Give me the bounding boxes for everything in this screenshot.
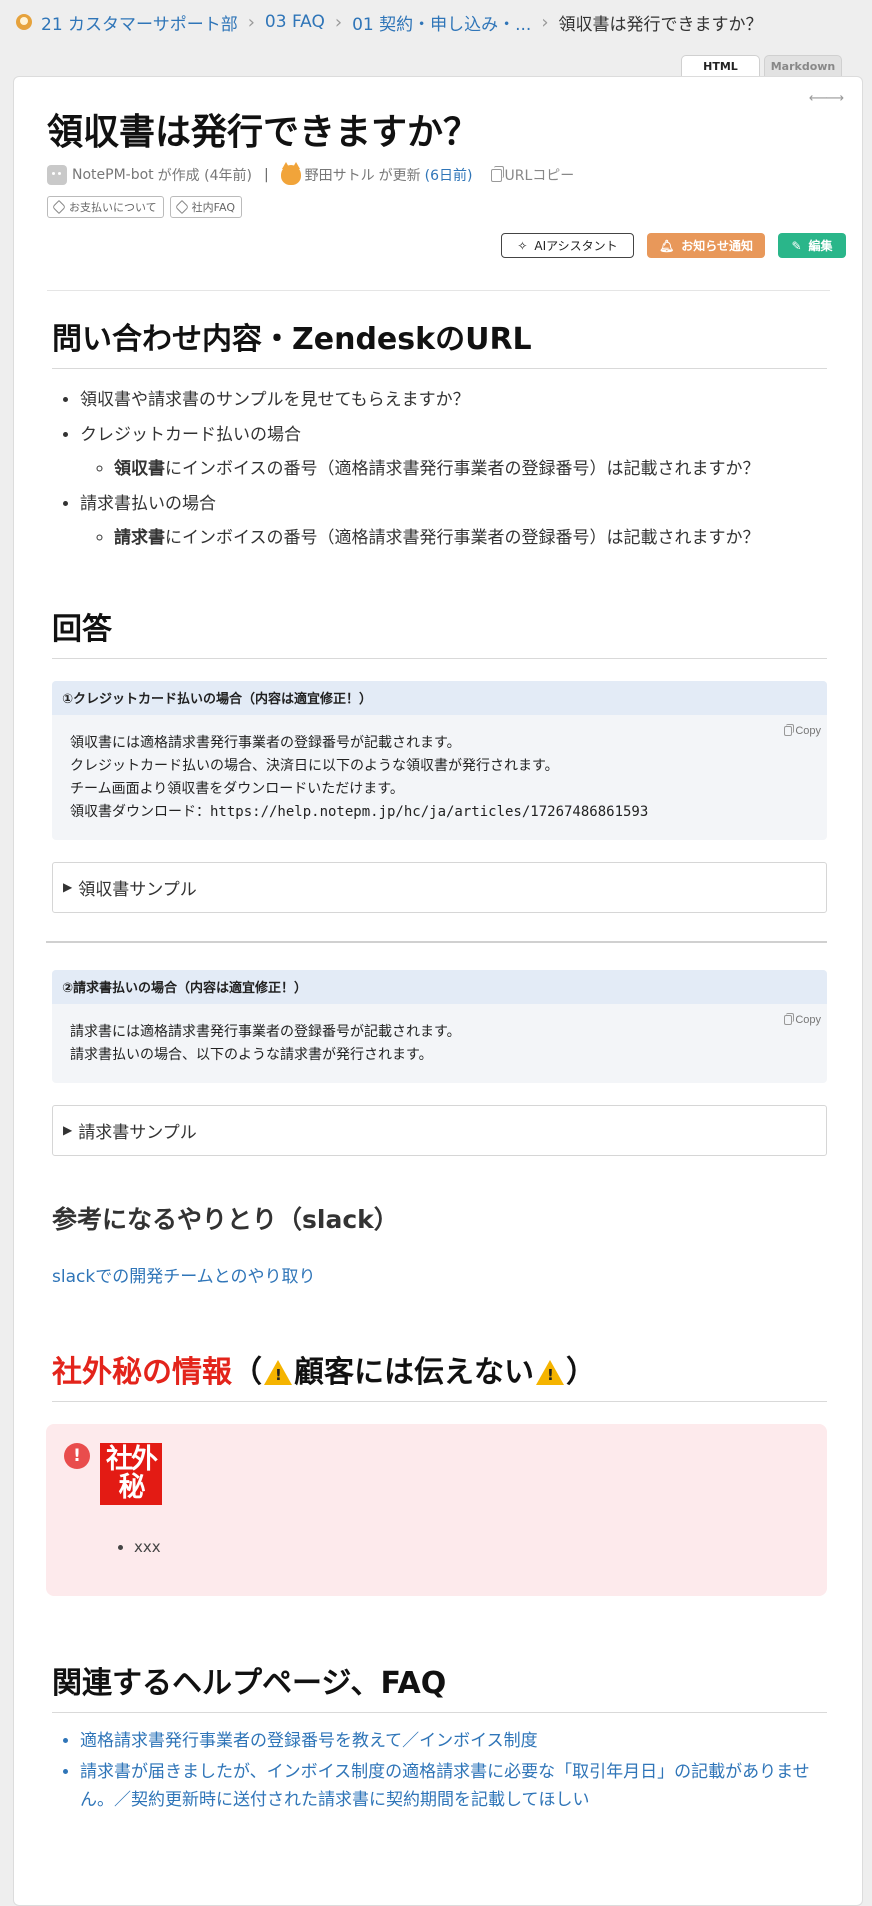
code-copy-button[interactable]: Copy xyxy=(784,720,821,743)
slack-thread-link[interactable]: slackでの開発チームとのやり取り xyxy=(52,1267,316,1287)
details-label: 領収書サンプル xyxy=(78,879,197,900)
receipt-sample-toggle[interactable]: ▶ 領収書サンプル xyxy=(52,861,827,913)
tag-icon xyxy=(174,199,189,215)
page-meta: NotePM-bot が作成 (4年前) | 野田サトル が更新 (6日前) U… xyxy=(47,162,575,185)
copy-url-button[interactable]: URLコピー xyxy=(490,165,575,185)
edit-label: 編集 xyxy=(808,239,833,253)
bell-icon: 🔔︎ xyxy=(659,238,675,253)
tab-html[interactable]: HTML xyxy=(681,55,760,77)
chevron-right-icon: › xyxy=(541,11,549,33)
invoice-sample-toggle[interactable]: ▶ 請求書サンプル xyxy=(52,1104,827,1156)
copy-icon xyxy=(784,1013,795,1025)
tab-markdown[interactable]: Markdown xyxy=(764,55,842,77)
updated-info: が更新 xyxy=(378,168,421,184)
code-block-body: Copy 請求書には適格請求書発行事業者の登録番号が記載されます。 請求書払いの… xyxy=(52,1004,827,1083)
section-divider xyxy=(46,940,827,943)
confidential-stamp: 社外 秘 xyxy=(100,1442,162,1505)
bot-avatar-icon xyxy=(47,165,67,185)
view-tabs: HTML Markdown xyxy=(681,55,842,77)
ai-assistant-label: AIアシスタント xyxy=(534,239,618,253)
code-block-title: ①クレジットカード払いの場合（内容は適宜修正！） xyxy=(52,680,827,715)
update-history-link[interactable]: (6日前) xyxy=(425,165,473,185)
pencil-icon: ✎ xyxy=(791,238,802,253)
page-title: 領収書は発行できますか？ xyxy=(47,112,480,153)
tag-label: 社内FAQ xyxy=(191,201,235,214)
code-copy-button[interactable]: Copy xyxy=(784,1009,821,1032)
related-link[interactable]: 適格請求書発行事業者の登録番号を教えて／インボイス制度 xyxy=(80,1731,538,1751)
notify-button[interactable]: 🔔︎ お知らせ通知 xyxy=(647,233,765,258)
code-block-title: ②請求書払いの場合（内容は適宜修正！） xyxy=(52,969,827,1004)
page-actions: ✧ AIアシスタント 🔔︎ お知らせ通知 ✎ 編集 xyxy=(501,233,846,258)
chevron-right-icon: › xyxy=(247,11,255,33)
breadcrumb-item-contract[interactable]: 01 契約・申し込み・... xyxy=(352,10,531,35)
breadcrumb-item-faq[interactable]: 03 FAQ xyxy=(265,12,325,32)
inquiry-heading: 問い合わせ内容・ZendeskのURL xyxy=(52,314,827,369)
code-line: 領収書には適格請求書発行事業者の登録番号が記載されます。 xyxy=(70,734,461,751)
edit-button[interactable]: ✎ 編集 xyxy=(778,233,846,258)
tag-internal-faq[interactable]: 社内FAQ xyxy=(169,196,242,218)
list-item: 領収書にインボイスの番号（適格請求書発行事業者の登録番号）は記載されますか？ xyxy=(114,452,827,487)
warning-icon xyxy=(264,1359,292,1385)
meta-separator: | xyxy=(263,167,269,183)
disclosure-triangle-icon: ▶ xyxy=(63,880,73,894)
list-item: 適格請求書発行事業者の登録番号を教えて／インボイス制度 xyxy=(80,1727,827,1755)
created-info: が作成 (4年前) xyxy=(157,168,252,184)
reference-paragraph: slackでの開発チームとのやり取り xyxy=(52,1262,827,1287)
breadcrumb-current: 領収書は発行できますか？ xyxy=(558,14,763,35)
details-label: 請求書サンプル xyxy=(78,1122,197,1143)
page-body: 問い合わせ内容・ZendeskのURL 領収書や請求書のサンプルを見せてもらえま… xyxy=(46,314,827,1817)
copy-icon xyxy=(490,165,504,182)
sparkle-icon: ✧ xyxy=(517,238,528,253)
related-heading: 関連するヘルプページ、FAQ xyxy=(52,1658,827,1713)
code-line: 請求書には適格請求書発行事業者の登録番号が記載されます。 xyxy=(70,1023,461,1040)
copy-url-label: URLコピー xyxy=(504,168,575,184)
warning-icon xyxy=(536,1359,564,1385)
inquiry-list: 領収書や請求書のサンプルを見せてもらえますか？ クレジットカード払いの場合 領収… xyxy=(52,383,827,556)
code-block-credit: ①クレジットカード払いの場合（内容は適宜修正！） Copy 領収書には適格請求書… xyxy=(52,680,827,840)
list-item: 請求書払いの場合 請求書にインボイスの番号（適格請求書発行事業者の登録番号）は記… xyxy=(80,487,827,556)
page-card: ⟵⟶ 領収書は発行できますか？ NotePM-bot が作成 (4年前) | 野… xyxy=(13,76,863,1906)
related-links: 適格請求書発行事業者の登録番号を教えて／インボイス制度 請求書が届きましたが、イ… xyxy=(52,1727,827,1814)
list-item: xxx xyxy=(134,1538,161,1556)
code-block-invoice: ②請求書払いの場合（内容は適宜修正！） Copy 請求書には適格請求書発行事業者… xyxy=(52,969,827,1083)
ai-assistant-button[interactable]: ✧ AIアシスタント xyxy=(501,233,634,258)
copy-icon xyxy=(784,724,795,736)
list-item: 領収書や請求書のサンプルを見せてもらえますか？ xyxy=(80,383,827,418)
tag-payment[interactable]: お支払いについて xyxy=(47,196,164,218)
updater-name[interactable]: 野田サトル xyxy=(305,165,375,185)
breadcrumb-item-support[interactable]: 21 カスタマーサポート部 xyxy=(41,10,238,35)
confidential-heading: 社外秘の情報（顧客には伝えない） xyxy=(52,1347,827,1402)
list-item: クレジットカード払いの場合 領収書にインボイスの番号（適格請求書発行事業者の登録… xyxy=(80,418,827,487)
callout-list: xxx xyxy=(134,1538,161,1556)
chevron-right-icon: › xyxy=(334,11,343,33)
danger-callout: ! 社外 秘 xxx xyxy=(46,1423,827,1596)
tag-icon xyxy=(51,199,67,215)
header-divider xyxy=(47,290,830,291)
tag-list: お支払いについて 社内FAQ xyxy=(47,196,242,218)
reference-heading: 参考になるやりとり（slack） xyxy=(52,1204,399,1234)
related-link[interactable]: 請求書が届きましたが、インボイス制度の適格請求書に必要な「取引年月日」の記載があ… xyxy=(80,1762,810,1810)
notify-label: お知らせ通知 xyxy=(681,239,753,253)
breadcrumb: 21 カスタマーサポート部 › 03 FAQ › 01 契約・申し込み・... … xyxy=(16,9,763,35)
code-line: チーム画面より領収書をダウンロードいただけます。 xyxy=(70,780,404,797)
code-block-body: Copy 領収書には適格請求書発行事業者の登録番号が記載されます。 クレジットカ… xyxy=(52,715,827,840)
answer-heading: 回答 xyxy=(52,604,827,659)
disclosure-triangle-icon: ▶ xyxy=(63,1123,73,1137)
code-line: 領収書ダウンロード：https://help.notepm.jp/hc/ja/a… xyxy=(70,803,649,820)
code-line: 請求書払いの場合、以下のような請求書が発行されます。 xyxy=(70,1046,433,1063)
alert-icon: ! xyxy=(64,1442,90,1469)
list-item: 請求書が届きましたが、インボイス制度の適格請求書に必要な「取引年月日」の記載があ… xyxy=(80,1758,827,1814)
tag-label: お支払いについて xyxy=(69,201,157,214)
cat-avatar-icon xyxy=(280,162,301,185)
creator-name[interactable]: NotePM-bot xyxy=(72,167,154,183)
code-line: クレジットカード払いの場合、決済日に以下のような領収書が発行されます。 xyxy=(70,757,559,774)
list-item: 請求書にインボイスの番号（適格請求書発行事業者の登録番号）は記載されますか？ xyxy=(114,521,827,556)
expand-width-icon[interactable]: ⟵⟶ xyxy=(809,91,844,106)
group-icon xyxy=(16,14,32,30)
